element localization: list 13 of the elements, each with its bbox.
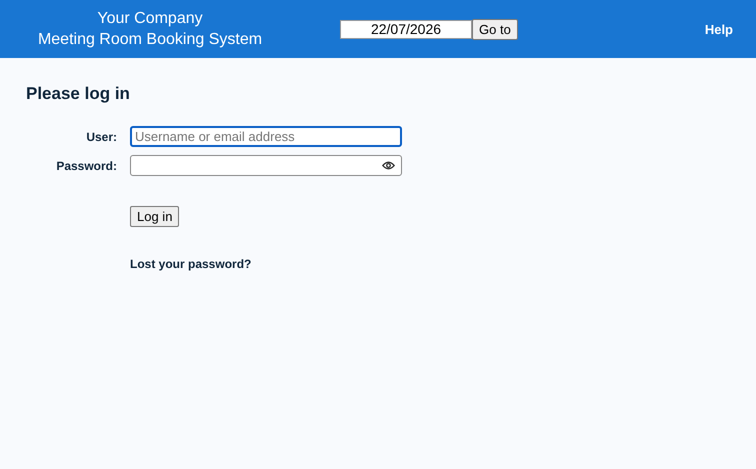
show-password-icon[interactable] bbox=[382, 161, 395, 170]
date-field[interactable]: 22/07/2026 bbox=[340, 20, 472, 38]
go-to-button[interactable]: Go to bbox=[472, 18, 518, 40]
company-name: Your Company bbox=[97, 9, 203, 29]
system-name: Meeting Room Booking System bbox=[38, 30, 262, 50]
help-link[interactable]: Help bbox=[704, 22, 733, 36]
user-field[interactable]: Username or email address bbox=[130, 126, 402, 147]
password-field[interactable] bbox=[130, 155, 402, 176]
lost-password-link[interactable]: Lost your password? bbox=[130, 257, 402, 271]
field-label: User: bbox=[85, 130, 117, 144]
page-title: Please log in bbox=[26, 84, 131, 104]
login-button[interactable]: Log in bbox=[130, 206, 180, 227]
field-label: Password: bbox=[55, 158, 117, 172]
